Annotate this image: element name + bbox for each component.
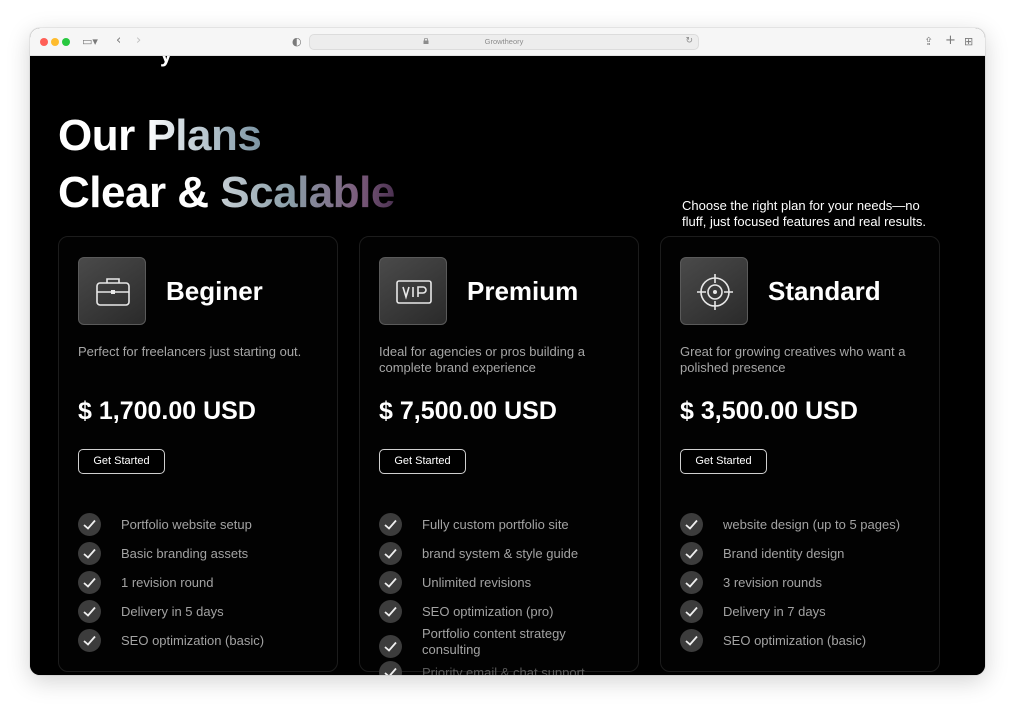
plan-name: Standard [768,276,881,306]
briefcase-icon [96,278,130,306]
list-item: website design (up to 5 pages) [680,513,930,542]
new-tab-icon[interactable]: + [945,33,956,49]
feature-text: Priority email & chat support [422,665,585,675]
check-icon [379,542,402,565]
browser-window: ▭▾ ‹ › ◐ Growtheory ↻ ⇪ + ⊞ y Our Plans … [30,28,985,675]
intro-text: Choose the right plan for your needs—no … [682,198,927,229]
feature-list: website design (up to 5 pages) Brand ide… [680,513,930,658]
feature-list: Portfolio website setup Basic branding a… [78,513,328,658]
plan-description: Great for growing creatives who want a p… [680,344,906,375]
plan-name: Premium [467,276,579,306]
sidebar-toggle-icon[interactable]: ▭▾ [82,34,98,50]
title-clear: Clear & [58,168,221,217]
forward-icon[interactable]: › [136,33,141,49]
check-icon [680,571,703,594]
get-started-button[interactable]: Get Started [78,449,165,474]
feature-text: Delivery in 7 days [723,604,826,619]
check-icon [78,571,101,594]
target-icon [697,274,733,310]
tab-overview-icon[interactable]: ⊞ [964,34,973,50]
plan-icon-box [78,257,146,325]
check-icon [680,513,703,536]
feature-text: SEO optimization (basic) [121,633,265,648]
check-icon [379,635,402,658]
check-icon [379,600,402,623]
plan-price: $ 1,700.00 USD [78,397,256,425]
list-item: SEO optimization (basic) [680,629,930,658]
check-icon [78,600,101,623]
feature-text: SEO optimization (pro) [422,604,554,619]
feature-text: Portfolio content strategy consulting [422,626,566,657]
title-our: Our [58,111,147,160]
check-icon [78,629,101,652]
feature-text: Basic branding assets [121,546,249,561]
plan-icon-box [379,257,447,325]
share-icon[interactable]: ⇪ [924,34,933,50]
back-icon[interactable]: ‹ [116,33,121,49]
feature-list: Fully custom portfolio site brand system… [379,513,629,675]
reload-icon[interactable]: ↻ [685,36,693,46]
list-item: Portfolio content strategy consulting [379,626,629,661]
check-icon [379,513,402,536]
plan-name: Beginer [166,276,263,306]
list-item: SEO optimization (pro) [379,600,629,629]
minimize-window-button[interactable] [51,38,59,46]
check-icon [680,600,703,623]
plan-description: Perfect for freelancers just starting ou… [78,344,302,359]
check-icon [379,571,402,594]
get-started-button[interactable]: Get Started [680,449,767,474]
list-item: Delivery in 5 days [78,600,328,629]
list-item: 3 revision rounds [680,571,930,600]
feature-text: 1 revision round [121,575,214,590]
address-text: Growtheory [484,37,524,46]
zoom-window-button[interactable] [62,38,70,46]
page-title: Our Plans Clear & Scalable [58,107,395,221]
list-item: Delivery in 7 days [680,600,930,629]
previous-section-fragment: y [160,56,172,68]
page-content: y Our Plans Clear & Scalable Choose the … [30,56,985,675]
list-item: 1 revision round [78,571,328,600]
feature-text: Fully custom portfolio site [422,517,569,532]
list-item: Fully custom portfolio site [379,513,629,542]
vip-icon [396,280,432,304]
feature-text: Delivery in 5 days [121,604,224,619]
plan-price: $ 7,500.00 USD [379,397,557,425]
list-item: Brand identity design [680,542,930,571]
title-scalable: Scalable [220,168,395,217]
privacy-shield-icon[interactable]: ◐ [292,34,302,50]
list-item: Portfolio website setup [78,513,328,542]
list-item: brand system & style guide [379,542,629,571]
feature-text: 3 revision rounds [723,575,822,590]
check-icon [680,542,703,565]
plan-card-premium: Premium Ideal for agencies or pros build… [359,236,639,675]
title-plans: Plans [146,111,262,160]
feature-text: website design (up to 5 pages) [723,517,901,532]
plan-description: Ideal for agencies or pros building a co… [379,344,585,375]
plan-icon-box [680,257,748,325]
feature-text: Brand identity design [723,546,845,561]
feature-text: Unlimited revisions [422,575,532,590]
check-icon [78,513,101,536]
browser-toolbar: ▭▾ ‹ › ◐ Growtheory ↻ ⇪ + ⊞ [30,28,985,56]
address-bar[interactable]: Growtheory ↻ [309,34,699,50]
feature-text: SEO optimization (basic) [723,633,867,648]
list-item: SEO optimization (basic) [78,629,328,658]
get-started-button[interactable]: Get Started [379,449,466,474]
feature-text: brand system & style guide [422,546,579,561]
list-item: Basic branding assets [78,542,328,571]
check-icon [379,661,402,675]
close-window-button[interactable] [40,38,48,46]
plan-price: $ 3,500.00 USD [680,397,858,425]
check-icon [680,629,703,652]
list-item: Priority email & chat support [379,661,629,675]
feature-text: Portfolio website setup [121,517,252,532]
plan-card-standard: Standard Great for growing creatives who… [660,236,940,672]
plan-card-beginer: Beginer Perfect for freelancers just sta… [58,236,338,672]
list-item: Unlimited revisions [379,571,629,600]
check-icon [78,542,101,565]
